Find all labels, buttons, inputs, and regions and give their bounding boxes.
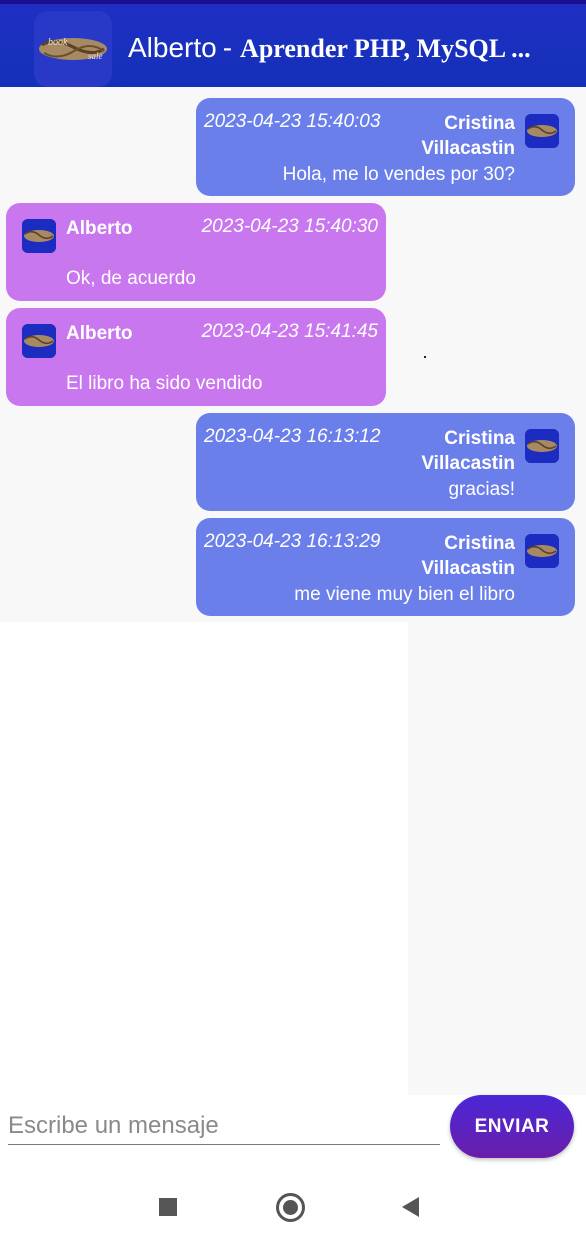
author-last-name: Villacastin (421, 558, 515, 579)
author-last-name: Villacastin (421, 138, 515, 159)
author-last-name: Villacastin (421, 453, 515, 474)
message-sent: 2023-04-23 16:13:29 Cristina Villacastin… (196, 518, 575, 616)
message-input[interactable] (8, 1107, 440, 1145)
send-button[interactable]: ENVIAR (450, 1095, 574, 1158)
message-received: Alberto 2023-04-23 15:41:45 El libro ha … (6, 308, 386, 406)
message-author: Alberto (66, 218, 133, 239)
book-title: Aprender PHP, MySQL ... (240, 34, 531, 63)
title-separator: - (222, 32, 233, 63)
message-sent: 2023-04-23 16:13:12 Cristina Villacastin… (196, 413, 575, 511)
message-author: Cristina Villacastin (365, 426, 515, 476)
book-sale-avatar-icon (22, 219, 56, 253)
message-text: gracias! (448, 479, 515, 500)
message-timestamp: 2023-04-23 16:13:12 (204, 426, 381, 447)
message-author: Cristina Villacastin (365, 111, 515, 161)
author-first-name: Cristina (444, 113, 515, 134)
system-nav-bar (0, 1173, 586, 1242)
circle-icon[interactable] (276, 1193, 305, 1222)
book-sale-avatar-icon (525, 114, 559, 148)
empty-panel (408, 622, 586, 1095)
message-text: El libro ha sido vendido (66, 373, 263, 394)
book-sale-logo-icon[interactable] (34, 11, 112, 87)
chat-partner-name: Alberto (128, 32, 217, 63)
message-timestamp: 2023-04-23 15:40:03 (204, 111, 381, 132)
app-bar: Alberto - Aprender PHP, MySQL ... (0, 0, 586, 87)
message-timestamp: 2023-04-23 15:41:45 (201, 321, 378, 342)
message-timestamp: 2023-04-23 15:40:30 (201, 216, 378, 237)
message-text: Hola, me lo vendes por 30? (282, 164, 515, 185)
message-text: me viene muy bien el libro (294, 584, 515, 605)
message-author: Cristina Villacastin (365, 531, 515, 581)
triangle-back-icon[interactable] (402, 1197, 419, 1217)
stray-dot (424, 356, 426, 358)
message-text: Ok, de acuerdo (66, 268, 196, 289)
message-list[interactable]: 2023-04-23 15:40:03 Cristina Villacastin… (0, 87, 586, 622)
message-sent: 2023-04-23 15:40:03 Cristina Villacastin… (196, 98, 575, 196)
message-author: Alberto (66, 323, 133, 344)
square-icon[interactable] (159, 1198, 177, 1216)
chat-title: Alberto - Aprender PHP, MySQL ... (128, 32, 531, 64)
book-sale-avatar-icon (525, 534, 559, 568)
author-first-name: Cristina (444, 533, 515, 554)
message-timestamp: 2023-04-23 16:13:29 (204, 531, 381, 552)
message-composer: ENVIAR (0, 1095, 586, 1173)
message-received: Alberto 2023-04-23 15:40:30 Ok, de acuer… (6, 203, 386, 301)
book-sale-avatar-icon (525, 429, 559, 463)
author-first-name: Cristina (444, 428, 515, 449)
book-sale-avatar-icon (22, 324, 56, 358)
